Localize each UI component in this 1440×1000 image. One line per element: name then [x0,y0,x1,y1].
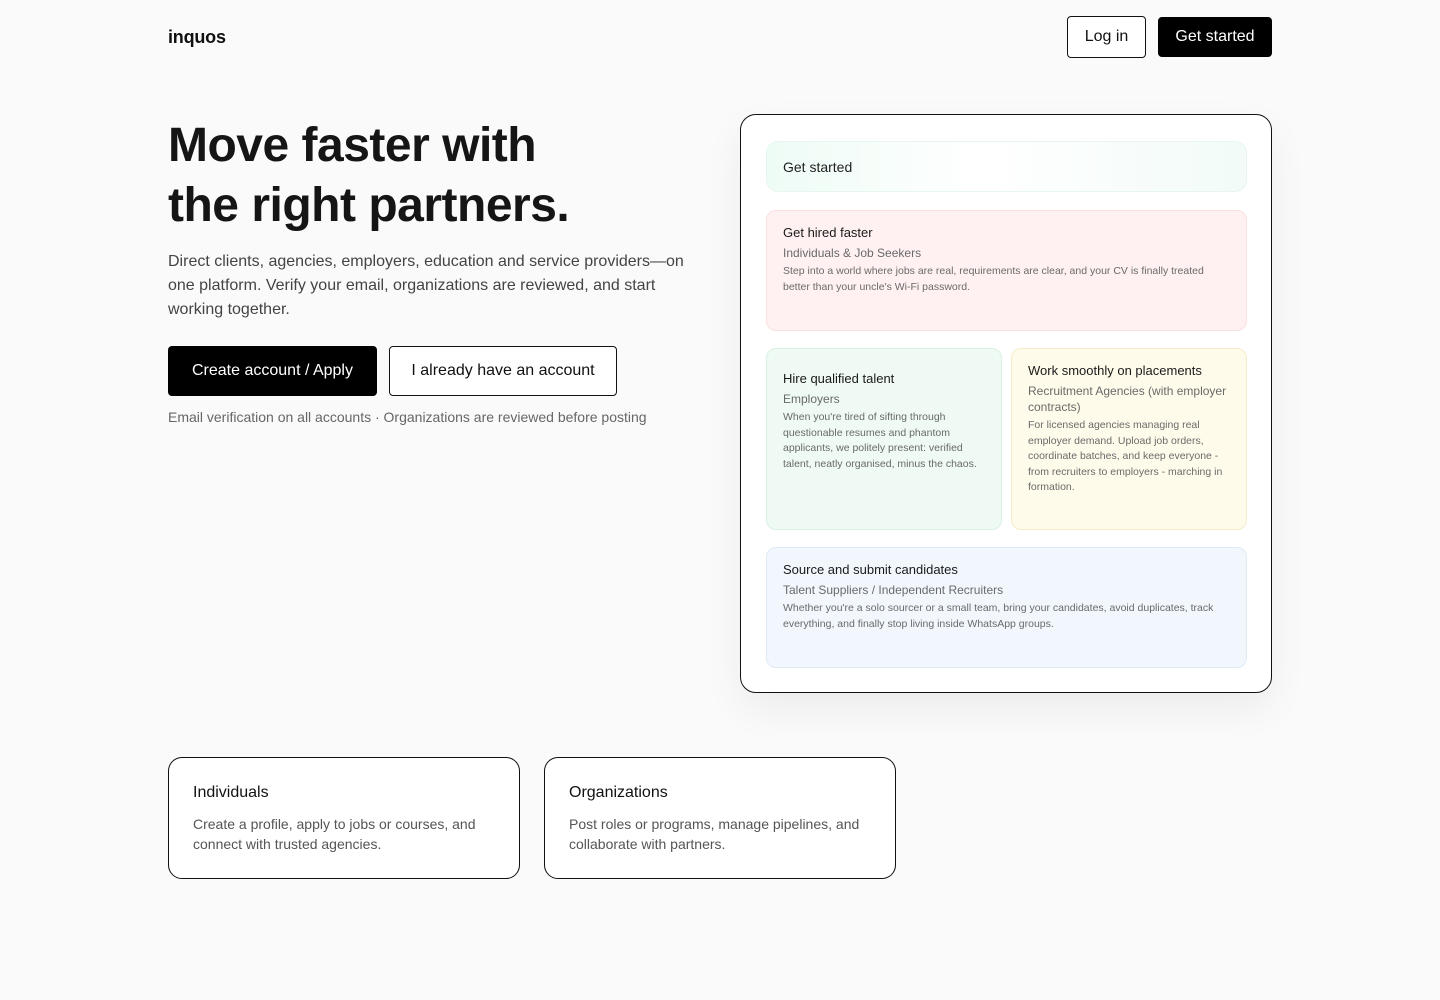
hero-title-line-1: Move faster with [168,119,537,172]
hero-title: Move faster with the right partners. [168,116,728,236]
role-card-description: For licensed agencies managing real empl… [1028,419,1223,493]
landing-page: inquos Log in Get started Move faster wi… [0,0,1440,1000]
role-card-job-seekers[interactable]: Get hired faster Individuals & Job Seeke… [766,210,1247,331]
role-card-description: When you're tired of sifting through que… [783,411,977,470]
get-started-panel: Get started Get hired faster Individuals… [740,114,1272,693]
role-card-title: Work smoothly on placements [1028,363,1202,378]
top-nav: inquos Log in Get started [168,16,1272,58]
login-button[interactable]: Log in [1067,16,1146,58]
role-card-description: Whether you're a solo sourcer or a small… [783,602,1214,630]
role-card-title: Source and submit candidates [783,562,958,577]
nav-actions: Log in Get started [1067,16,1272,58]
verification-note: Email verification on all accounts · Org… [168,409,647,425]
audience-card-organizations[interactable]: Organizations Post roles or programs, ma… [544,757,896,879]
role-card-audience: Individuals & Job Seekers [783,246,922,260]
audience-card-individuals[interactable]: Individuals Create a profile, apply to j… [168,757,520,879]
role-card-talent-suppliers[interactable]: Source and submit candidates Talent Supp… [766,547,1247,668]
role-card-title: Get hired faster [783,225,873,240]
existing-account-button[interactable]: I already have an account [389,346,617,396]
role-card-audience: Employers [783,392,840,406]
role-card-description: Step into a world where jobs are real, r… [783,265,1204,293]
hero-cta-row: Create account / Apply I already have an… [168,346,617,396]
audience-card-description: Create a profile, apply to jobs or cours… [193,816,476,852]
audience-card-title: Organizations [569,784,668,801]
role-card-title: Hire qualified talent [783,371,895,386]
hero-title-line-2: the right partners. [168,179,570,232]
panel-heading: Get started [766,141,1247,192]
get-started-button[interactable]: Get started [1158,17,1272,57]
role-card-employers[interactable]: Hire qualified talent Employers When you… [766,348,1002,530]
role-card-audience: Recruitment Agencies (with employer cont… [1028,384,1227,414]
audience-card-description: Post roles or programs, manage pipelines… [569,816,860,852]
brand-logo[interactable]: inquos [168,27,226,48]
audience-card-title: Individuals [193,784,269,801]
role-card-agencies[interactable]: Work smoothly on placements Recruitment … [1011,348,1247,530]
role-card-audience: Talent Suppliers / Independent Recruiter… [783,583,1004,597]
hero-subtitle: Direct clients, agencies, employers, edu… [168,253,684,318]
create-account-button[interactable]: Create account / Apply [168,346,377,396]
